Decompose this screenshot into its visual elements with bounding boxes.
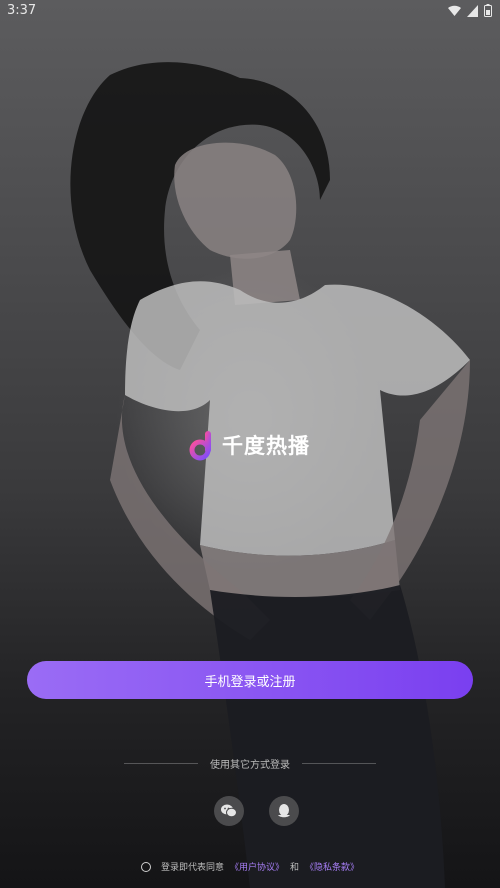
phone-login-button[interactable]: 手机登录或注册 — [27, 661, 473, 699]
divider-line-right — [302, 763, 376, 764]
app-logo: 千度热播 — [188, 428, 310, 462]
agreement-checkbox[interactable] — [140, 861, 151, 872]
agreement-prefix: 登录即代表同意 — [160, 863, 224, 873]
signal-icon — [467, 4, 478, 17]
qq-icon — [278, 804, 290, 818]
status-bar: 3:37 — [0, 0, 500, 22]
agreement-and: 和 — [290, 863, 300, 873]
social-login-options — [214, 796, 299, 826]
app-logo-icon — [189, 431, 211, 461]
wechat-login-button[interactable] — [214, 796, 244, 826]
wechat-icon — [221, 804, 237, 818]
user-agreement-link[interactable]: 《用户协议》 — [230, 860, 284, 873]
agreement-row: 登录即代表同意 《用户协议》 和 《隐私条款》 — [0, 860, 500, 873]
battery-icon — [484, 4, 492, 17]
privacy-link[interactable]: 《隐私条款》 — [305, 860, 359, 873]
status-icons — [448, 4, 492, 17]
wifi-icon — [448, 5, 461, 16]
status-time: 3:37 — [7, 3, 37, 18]
divider-line-left — [124, 763, 198, 764]
qq-login-button[interactable] — [269, 796, 299, 826]
alt-login-label: 使用其它方式登录 — [210, 760, 290, 771]
app-name: 千度热播 — [222, 434, 310, 458]
alt-login-divider: 使用其它方式登录 — [0, 756, 500, 771]
